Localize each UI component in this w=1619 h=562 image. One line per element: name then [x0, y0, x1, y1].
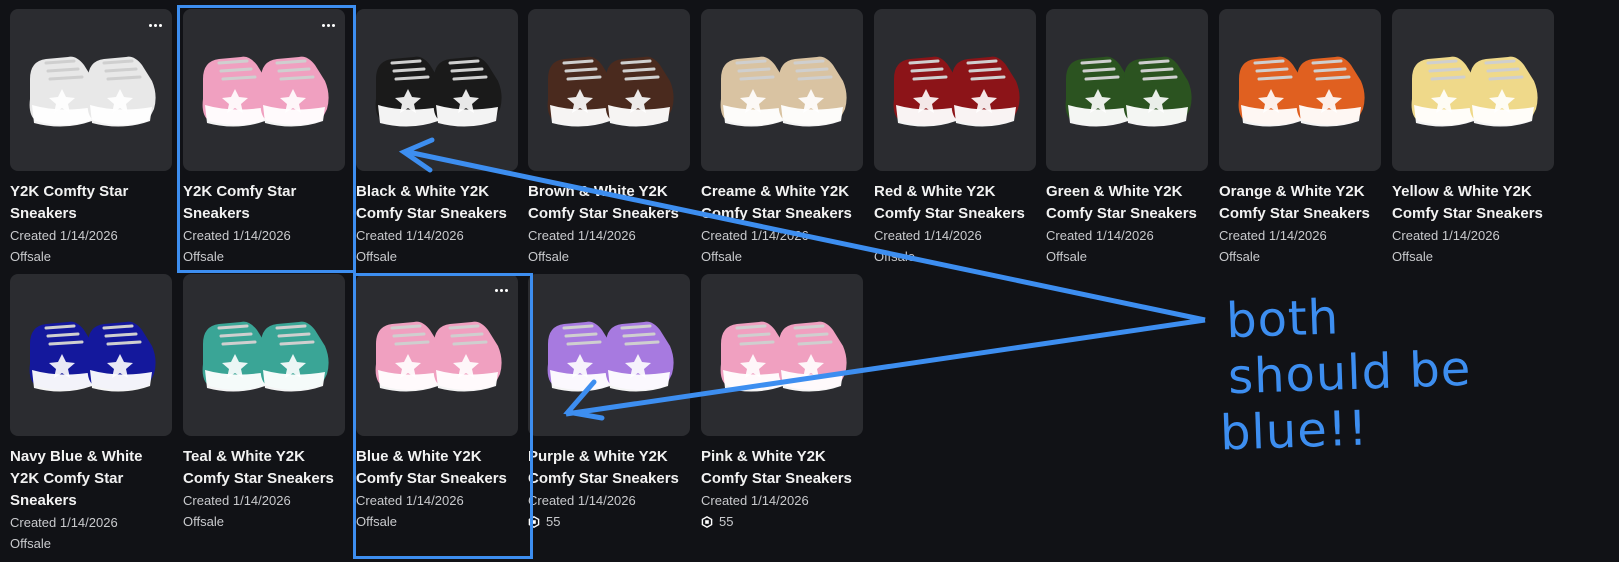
item-card[interactable]: Creame & White Y2K Comfy Star Sneakers Cr…: [701, 9, 863, 267]
item-name[interactable]: Green & White Y2K Comfy Star Sneakers: [1046, 181, 1211, 225]
item-created-date: Created 1/14/2026: [1392, 228, 1500, 243]
item-card[interactable]: Navy Blue & White Y2K Comfy Star Sneaker…: [10, 274, 172, 554]
item-name[interactable]: Pink & White Y2K Comfy Star Sneakers: [701, 446, 866, 490]
item-card[interactable]: Yellow & White Y2K Comfy Star Sneakers Cr…: [1392, 9, 1554, 267]
item-name[interactable]: Orange & White Y2K Comfy Star Sneakers: [1219, 181, 1384, 225]
item-name[interactable]: Teal & White Y2K Comfy Star Sneakers: [183, 446, 348, 490]
annotation-line-1: both: [1225, 289, 1341, 350]
item-name[interactable]: Yellow & White Y2K Comfy Star Sneakers: [1392, 181, 1557, 225]
item-card[interactable]: Red & White Y2K Comfy Star Sneakers Creat…: [874, 9, 1036, 267]
item-created-date: Created 1/14/2026: [1046, 228, 1154, 243]
item-created-date: Created 1/14/2026: [356, 493, 464, 508]
annotation-line-2: should be: [1227, 340, 1473, 406]
item-name[interactable]: Y2K Comfy Star Sneakers: [183, 181, 348, 225]
item-status: Offsale: [1392, 249, 1433, 264]
item-price-value: 55: [546, 514, 561, 529]
sneaker-image: [547, 56, 674, 127]
robux-icon: [701, 515, 713, 528]
sneaker-image: [29, 321, 156, 392]
item-card[interactable]: Orange & White Y2K Comfy Star Sneakers Cr…: [1219, 9, 1381, 267]
item-created-date: Created 1/14/2026: [528, 493, 636, 508]
item-card[interactable]: Y2K Comfty Star Sneakers Created 1/14/202…: [10, 9, 172, 267]
sneaker-image: [202, 56, 329, 127]
item-name[interactable]: Navy Blue & White Y2K Comfy Star Sneaker…: [10, 446, 175, 512]
item-name[interactable]: Purple & White Y2K Comfy Star Sneakers: [528, 446, 693, 490]
item-created-date: Created 1/14/2026: [528, 228, 636, 243]
item-status: Offsale: [528, 249, 569, 264]
ellipsis-icon[interactable]: [319, 19, 337, 31]
item-thumbnail[interactable]: [1046, 9, 1208, 171]
ellipsis-icon[interactable]: [146, 19, 164, 31]
item-name[interactable]: Red & White Y2K Comfy Star Sneakers: [874, 181, 1039, 225]
item-thumbnail[interactable]: [183, 274, 345, 436]
item-thumbnail[interactable]: [874, 9, 1036, 171]
item-status: Offsale: [10, 249, 51, 264]
item-created-date: Created 1/14/2026: [874, 228, 982, 243]
item-thumbnail[interactable]: [701, 9, 863, 171]
item-status: Offsale: [183, 249, 224, 264]
item-thumbnail[interactable]: [1392, 9, 1554, 171]
item-grid: Y2K Comfty Star Sneakers Created 1/14/202…: [0, 0, 1619, 562]
annotation-text: both should be blue!!: [1219, 283, 1531, 461]
item-status: Offsale: [1046, 249, 1087, 264]
sneaker-image: [375, 321, 502, 392]
item-thumbnail[interactable]: [10, 9, 172, 171]
annotation-line-3: blue!!: [1219, 400, 1370, 462]
item-thumbnail[interactable]: [528, 9, 690, 171]
item-name[interactable]: Brown & White Y2K Comfy Star Sneakers: [528, 181, 693, 225]
item-created-date: Created 1/14/2026: [10, 515, 118, 530]
item-thumbnail[interactable]: [10, 274, 172, 436]
item-created-date: Created 1/14/2026: [10, 228, 118, 243]
item-price: 55: [528, 511, 690, 532]
sneaker-image: [1411, 56, 1538, 127]
item-created-date: Created 1/14/2026: [1219, 228, 1327, 243]
item-card[interactable]: Blue & White Y2K Comfy Star Sneakers Crea…: [356, 274, 518, 532]
item-status: Offsale: [356, 249, 397, 264]
item-thumbnail[interactable]: [701, 274, 863, 436]
sneaker-image: [893, 56, 1020, 127]
item-status: Offsale: [10, 536, 51, 551]
item-status: Offsale: [183, 514, 224, 529]
item-status: Offsale: [874, 249, 915, 264]
item-card[interactable]: Pink & White Y2K Comfy Star Sneakers Crea…: [701, 274, 863, 532]
item-price: 55: [701, 511, 863, 532]
item-created-date: Created 1/14/2026: [183, 228, 291, 243]
item-name[interactable]: Creame & White Y2K Comfy Star Sneakers: [701, 181, 866, 225]
ellipsis-icon[interactable]: [492, 284, 510, 296]
item-status: Offsale: [356, 514, 397, 529]
item-thumbnail[interactable]: [356, 9, 518, 171]
sneaker-image: [1065, 56, 1192, 127]
item-card[interactable]: Purple & White Y2K Comfy Star Sneakers Cr…: [528, 274, 690, 532]
sneaker-image: [202, 321, 329, 392]
item-card[interactable]: Brown & White Y2K Comfy Star Sneakers Cre…: [528, 9, 690, 267]
sneaker-image: [375, 56, 502, 127]
robux-icon: [528, 515, 540, 528]
item-thumbnail[interactable]: [183, 9, 345, 171]
item-status: Offsale: [1219, 249, 1260, 264]
item-created-date: Created 1/14/2026: [183, 493, 291, 508]
item-created-date: Created 1/14/2026: [701, 493, 809, 508]
item-thumbnail[interactable]: [528, 274, 690, 436]
item-card[interactable]: Green & White Y2K Comfy Star Sneakers Cre…: [1046, 9, 1208, 267]
sneaker-image: [29, 56, 156, 127]
item-status: Offsale: [701, 249, 742, 264]
item-card[interactable]: Y2K Comfy Star Sneakers Created 1/14/2026…: [183, 9, 345, 267]
sneaker-image: [547, 321, 674, 392]
item-name[interactable]: Y2K Comfty Star Sneakers: [10, 181, 175, 225]
item-name[interactable]: Black & White Y2K Comfy Star Sneakers: [356, 181, 521, 225]
item-card[interactable]: Teal & White Y2K Comfy Star Sneakers Crea…: [183, 274, 345, 532]
item-created-date: Created 1/14/2026: [356, 228, 464, 243]
item-thumbnail[interactable]: [356, 274, 518, 436]
item-thumbnail[interactable]: [1219, 9, 1381, 171]
sneaker-image: [720, 321, 847, 392]
item-card[interactable]: Black & White Y2K Comfy Star Sneakers Cre…: [356, 9, 518, 267]
item-price-value: 55: [719, 514, 734, 529]
sneaker-image: [1238, 56, 1365, 127]
item-created-date: Created 1/14/2026: [701, 228, 809, 243]
item-name[interactable]: Blue & White Y2K Comfy Star Sneakers: [356, 446, 521, 490]
sneaker-image: [720, 56, 847, 127]
